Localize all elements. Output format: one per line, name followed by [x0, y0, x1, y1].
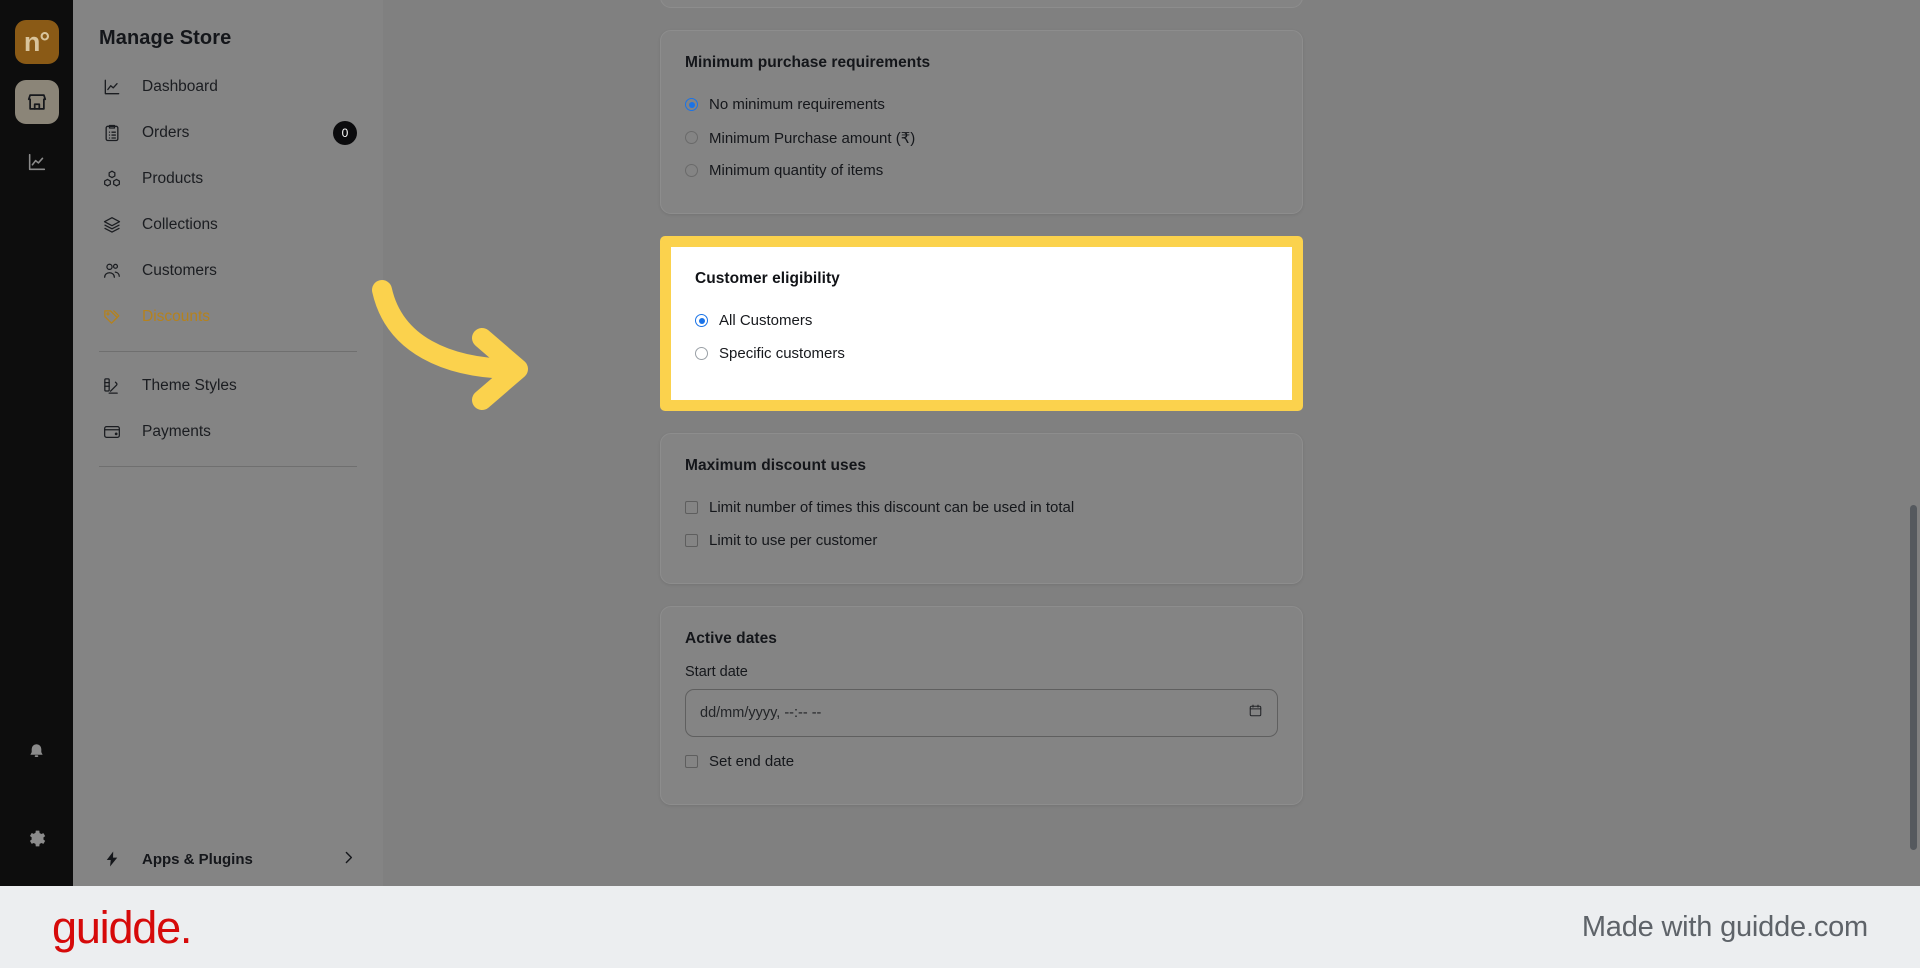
sidebar-item-label: Theme Styles	[142, 377, 237, 394]
sidebar-item-payments[interactable]: Payments	[99, 409, 357, 455]
rail-item-store[interactable]	[14, 80, 59, 124]
radio-minimum-quantity-of-items[interactable]	[685, 164, 698, 177]
rail-item-analytics[interactable]	[15, 140, 59, 184]
dashboard-chart-icon	[99, 74, 125, 100]
active-dates-card: Active dates Start date dd/mm/yyyy, --:-…	[660, 606, 1303, 805]
option-specific-customers[interactable]: Specific customers	[695, 337, 1268, 370]
option-minimum-purchase-amount[interactable]: Minimum Purchase amount (₹)	[685, 121, 1278, 154]
option-label: Minimum quantity of items	[709, 162, 884, 179]
customer-eligibility-card: Customer eligibility All Customers Speci…	[671, 247, 1292, 400]
app-stage: n° Manage Store Dashboard Orders 0 Produ…	[0, 0, 1920, 886]
sidebar-nav-primary: Dashboard Orders 0 Products Collections …	[73, 64, 383, 340]
sidebar-title: Manage Store	[99, 27, 232, 49]
form-column: Free Minimum purchase requirements No mi…	[660, 0, 1303, 827]
radio-no-minimum-requirements[interactable]	[685, 98, 698, 111]
start-date-value: dd/mm/yyyy, --:-- --	[700, 705, 822, 721]
sidebar-item-customers[interactable]: Customers	[99, 248, 357, 294]
card-title: Customer eligibility	[695, 270, 840, 287]
sidebar-item-discounts[interactable]: Discounts	[99, 294, 357, 340]
option-label: Set end date	[709, 753, 795, 770]
card-title: Active dates	[685, 630, 777, 647]
maximum-discount-uses-card: Maximum discount uses Limit number of ti…	[660, 433, 1303, 584]
option-label: No minimum requirements	[709, 96, 885, 113]
apps-plugins-label: Apps & Plugins	[142, 850, 253, 868]
radio-minimum-purchase-amount[interactable]	[685, 131, 698, 144]
analytics-chart-icon	[26, 151, 48, 173]
checkbox-limit-total-uses[interactable]	[685, 501, 698, 514]
chevron-right-icon	[340, 849, 357, 870]
sidebar-item-products[interactable]: Products	[99, 156, 357, 202]
sidebar-item-collections[interactable]: Collections	[99, 202, 357, 248]
tag-icon	[99, 304, 125, 330]
made-with-guidde-text: Made with guidde.com	[1581, 910, 1868, 943]
discount-type-card-partial: Free	[660, 0, 1303, 8]
option-limit-total-uses[interactable]: Limit number of times this discount can …	[685, 491, 1278, 524]
guidde-logo: guidde.	[52, 901, 192, 953]
sidebar-nav-secondary: Theme Styles Payments	[73, 363, 383, 455]
sidebar-item-dashboard[interactable]: Dashboard	[99, 64, 357, 110]
brand-n-logo-icon: n°	[23, 26, 50, 57]
option-all-customers[interactable]: All Customers	[695, 304, 1268, 337]
option-label: Minimum Purchase amount (₹)	[709, 129, 916, 147]
option-label: All Customers	[719, 312, 813, 329]
checkbox-set-end-date[interactable]	[685, 755, 698, 768]
guidde-banner: guidde. Made with guidde.com	[0, 886, 1920, 968]
sidebar-item-label: Orders	[142, 124, 190, 141]
sidebar-item-label: Dashboard	[142, 78, 218, 95]
option-minimum-quantity-of-items[interactable]: Minimum quantity of items	[685, 154, 1278, 187]
option-limit-per-customer[interactable]: Limit to use per customer	[685, 524, 1278, 557]
boxes-icon	[99, 166, 125, 192]
lightning-bolt-icon	[99, 850, 125, 868]
discount-form-main: Free Minimum purchase requirements No mi…	[383, 0, 1920, 886]
manage-store-sidebar: Manage Store Dashboard Orders 0 Products…	[73, 0, 383, 886]
calendar-icon[interactable]	[1248, 703, 1263, 723]
clipboard-list-icon	[99, 120, 125, 146]
option-label: Limit to use per customer	[709, 532, 878, 549]
radio-specific-customers[interactable]	[695, 347, 708, 360]
minimum-purchase-requirements-card: Minimum purchase requirements No minimum…	[660, 30, 1303, 214]
sidebar-divider-2	[99, 466, 357, 467]
wallet-icon	[99, 419, 125, 445]
customer-eligibility-highlight: Customer eligibility All Customers Speci…	[660, 236, 1303, 411]
option-no-minimum-requirements[interactable]: No minimum requirements	[685, 88, 1278, 121]
screenshot-root: n° Manage Store Dashboard Orders 0 Produ…	[0, 0, 1920, 968]
app-icon-rail: n°	[0, 0, 73, 886]
option-label: Specific customers	[719, 345, 845, 362]
sidebar-item-label: Payments	[142, 423, 211, 440]
sidebar-item-label: Discounts	[142, 308, 211, 325]
card-title: Maximum discount uses	[685, 457, 867, 474]
card-title: Minimum purchase requirements	[685, 54, 931, 71]
option-label: Limit number of times this discount can …	[709, 499, 1075, 516]
bell-icon	[26, 742, 47, 763]
vertical-scrollbar-thumb[interactable]	[1910, 505, 1917, 850]
radio-all-customers[interactable]	[695, 314, 708, 327]
layers-icon	[99, 212, 125, 238]
brand-n-logo-tile[interactable]: n°	[14, 20, 59, 64]
sidebar-divider-1	[99, 351, 357, 352]
sidebar-item-theme-styles[interactable]: Theme Styles	[99, 363, 357, 409]
users-icon	[99, 258, 125, 284]
sidebar-item-orders[interactable]: Orders 0	[99, 110, 357, 156]
sidebar-item-apps-plugins[interactable]: Apps & Plugins	[73, 832, 383, 886]
start-date-input[interactable]: dd/mm/yyyy, --:-- --	[685, 689, 1278, 737]
sidebar-item-label: Products	[142, 170, 204, 187]
orders-count-badge: 0	[333, 121, 357, 145]
checkbox-limit-per-customer[interactable]	[685, 534, 698, 547]
store-icon	[26, 91, 48, 113]
palette-icon	[99, 373, 125, 399]
start-date-label: Start date	[685, 664, 748, 680]
sidebar-item-label: Collections	[142, 216, 218, 233]
rail-item-settings[interactable]	[15, 816, 59, 860]
sidebar-item-label: Customers	[142, 262, 217, 279]
gear-icon	[26, 828, 47, 849]
option-set-end-date[interactable]: Set end date	[685, 745, 1278, 778]
rail-item-notifications[interactable]	[15, 730, 59, 774]
